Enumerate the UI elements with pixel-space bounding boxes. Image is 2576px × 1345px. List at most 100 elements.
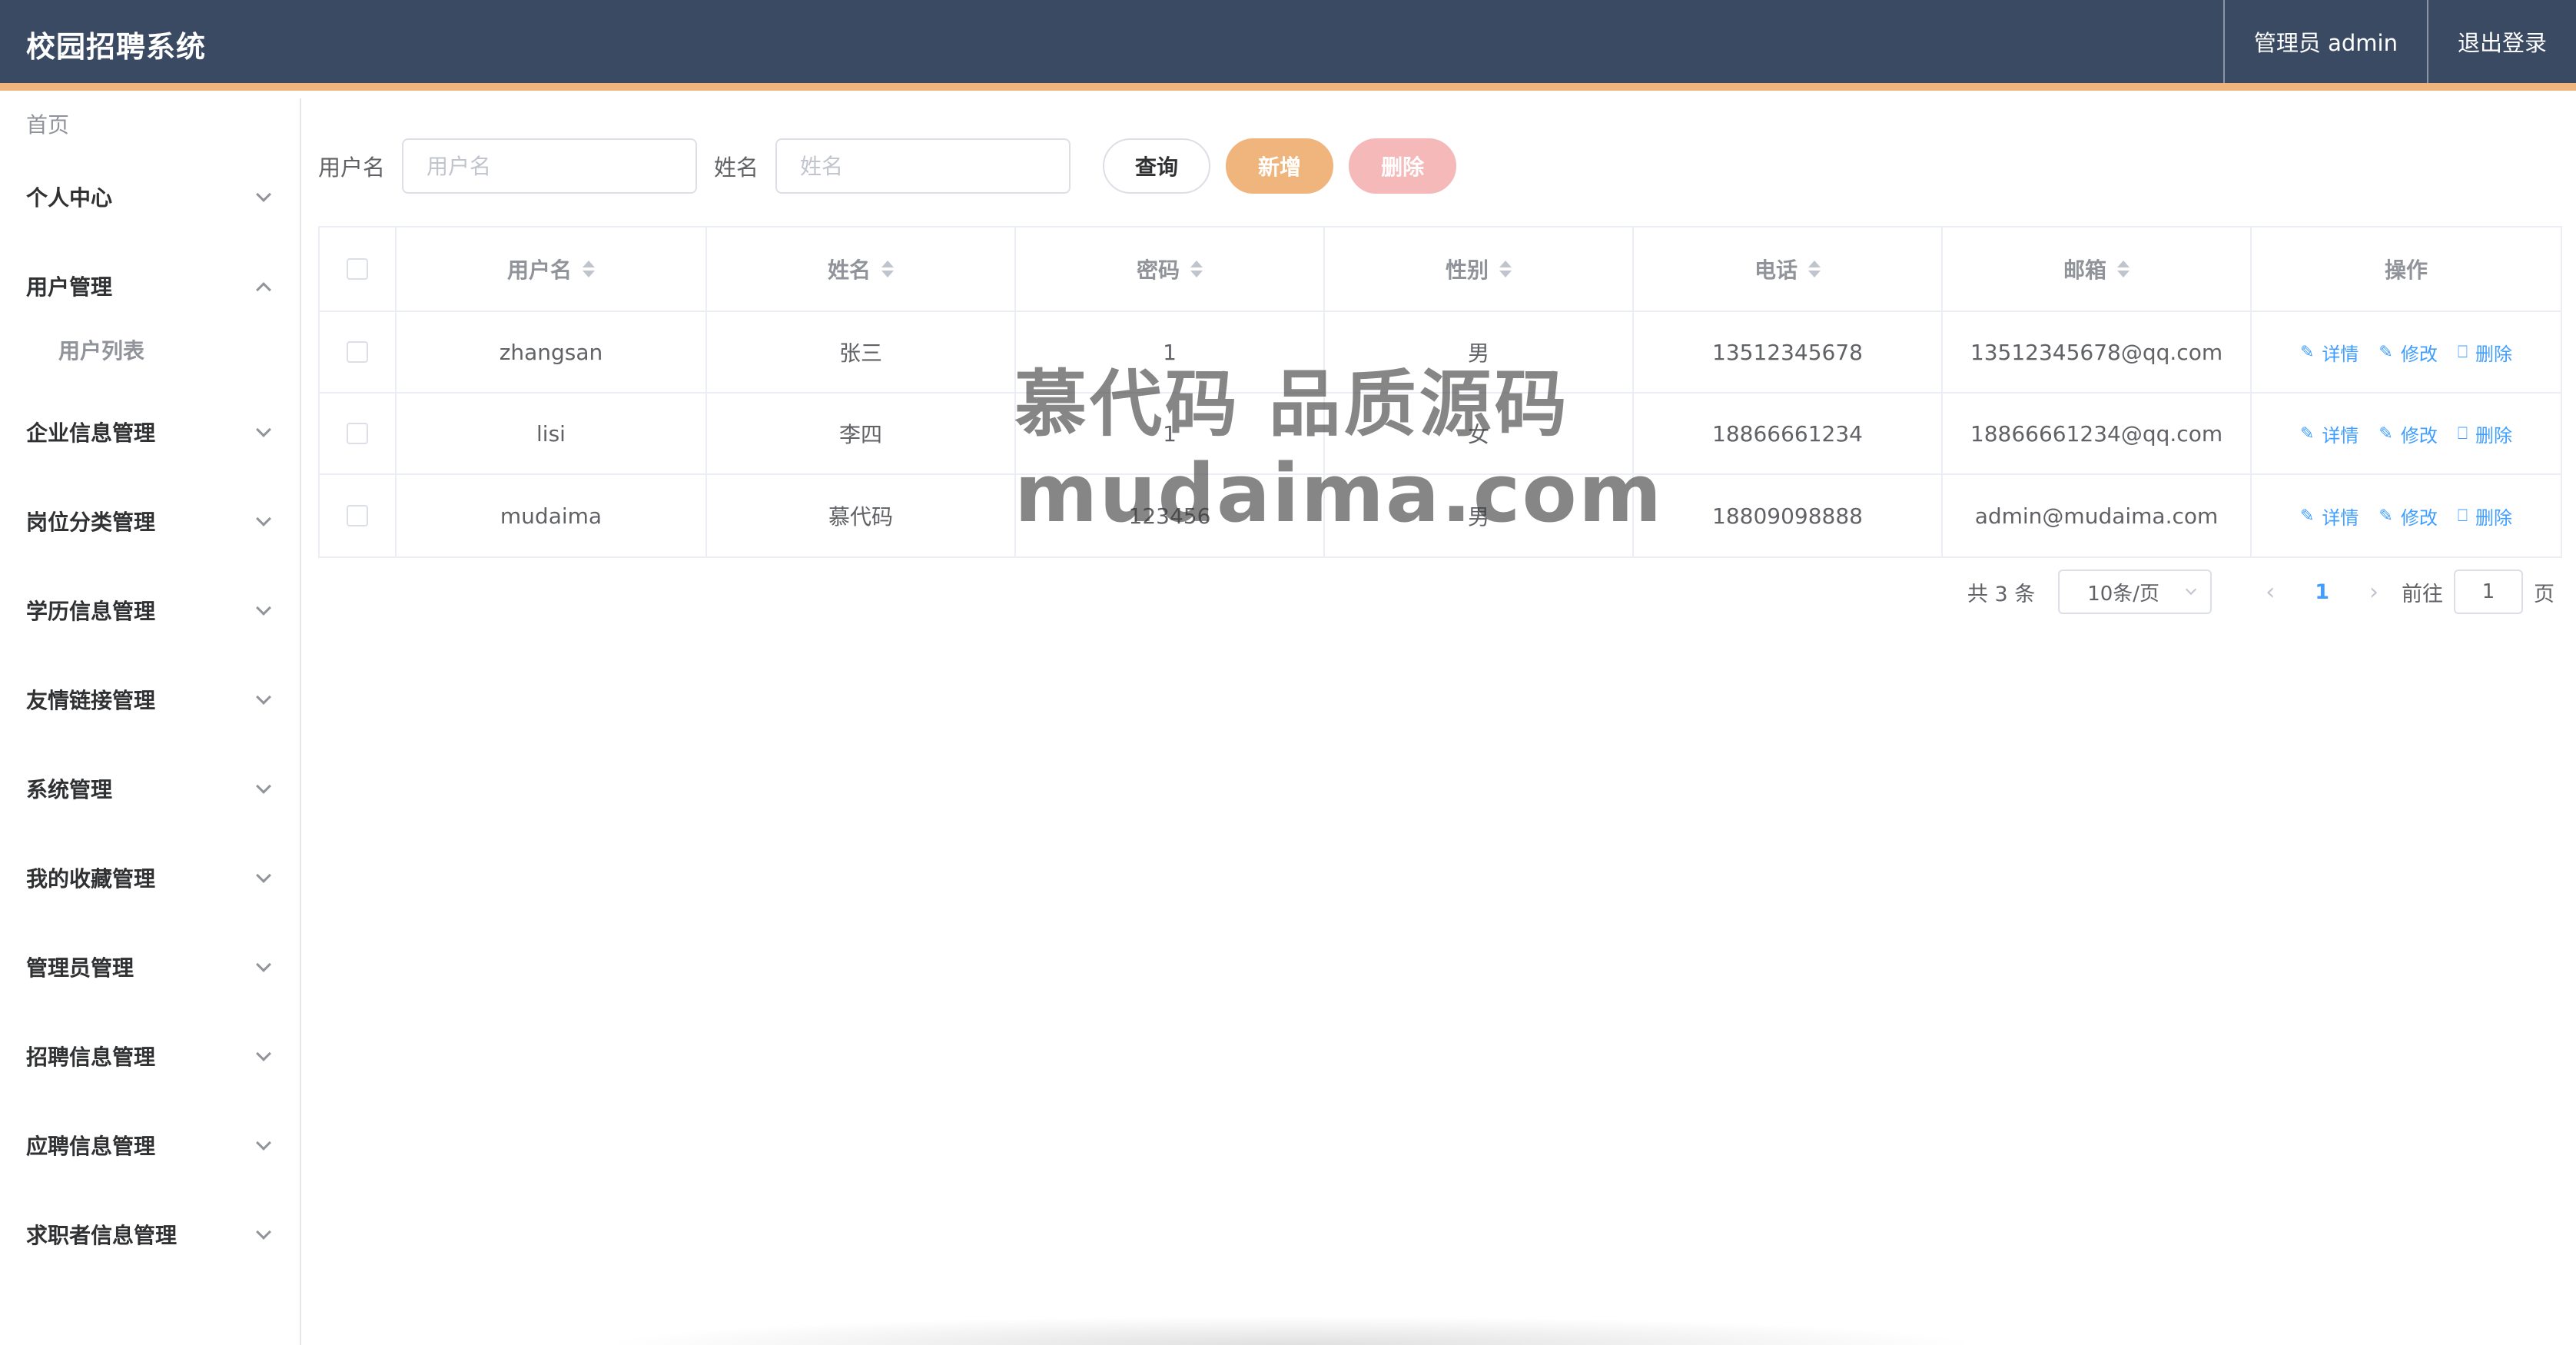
sort-icon[interactable]: [881, 261, 894, 277]
cell-phone: 13512345678: [1634, 312, 1943, 392]
bottom-shadow: [599, 1316, 1983, 1345]
detail-link[interactable]: ✎ 详情: [2300, 339, 2359, 366]
current-user[interactable]: 管理员 admin: [2222, 0, 2427, 83]
column-header-phone[interactable]: 电话: [1634, 227, 1943, 311]
sort-icon[interactable]: [1499, 261, 1512, 277]
sidebar-group[interactable]: 岗位分类管理: [0, 477, 300, 566]
edit-link[interactable]: ✎ 修改: [2378, 339, 2437, 366]
sidebar: 首页 个人中心 用户管理 用户列表 企业信息管理 岗位分类管理 学历信息管理 友情链接管理系…: [0, 98, 301, 1345]
page-number-current[interactable]: 1: [2315, 580, 2329, 604]
edit-link-label: 修改: [2400, 506, 2438, 529]
table-row: mudaima 慕代码 123456 男 18809098888 admin@mudaim…: [320, 475, 2561, 556]
column-label: 性别: [1445, 257, 1489, 283]
row-checkbox[interactable]: [347, 341, 368, 363]
cell-username: zhangsan: [397, 312, 707, 392]
sidebar-group[interactable]: 企业信息管理: [0, 387, 300, 477]
name-search-input[interactable]: [775, 138, 1071, 194]
chevron-down-icon: [256, 689, 271, 705]
cell-password: 1: [1016, 312, 1325, 392]
sidebar-group-label: 管理员管理: [26, 955, 134, 981]
sidebar-group-label: 应聘信息管理: [26, 1134, 156, 1159]
sort-icon[interactable]: [1190, 261, 1203, 277]
sidebar-group[interactable]: 用户管理: [0, 241, 300, 330]
select-all-checkbox[interactable]: [347, 258, 368, 280]
goto-label: 前往: [2402, 582, 2443, 606]
cell-email: admin@mudaima.com: [1943, 475, 2252, 556]
sort-icon[interactable]: [1808, 261, 1821, 277]
next-page-icon[interactable]: ›: [2369, 579, 2378, 606]
sidebar-group[interactable]: 系统管理: [0, 744, 300, 833]
column-header-gender[interactable]: 性别: [1325, 227, 1634, 311]
delete-link-label: 删除: [2475, 343, 2513, 365]
cell-password: 123456: [1016, 475, 1325, 556]
add-button[interactable]: 新增: [1226, 138, 1334, 194]
name-label: 姓名: [714, 154, 759, 181]
sidebar-group[interactable]: 管理员管理: [0, 922, 300, 1011]
edit-pen-icon: ✎: [2378, 423, 2393, 443]
delete-link[interactable]: ⎕ 删除: [2458, 420, 2512, 447]
chevron-down-icon: [256, 1046, 271, 1061]
row-checkbox[interactable]: [347, 423, 368, 444]
total-count: 共 3 条: [1967, 582, 2036, 606]
table-row: lisi 李四 1 女 18866661234 18866661234@qq.com ✎ 详情…: [320, 394, 2561, 475]
select-all-cell: [320, 227, 397, 311]
top-header: 校园招聘系统 管理员 admin 退出登录: [0, 0, 2576, 91]
prev-page-icon[interactable]: ‹: [2266, 579, 2275, 606]
cell-phone: 18866661234: [1634, 394, 1943, 473]
cell-email: 13512345678@qq.com: [1943, 312, 2252, 392]
batch-delete-button[interactable]: 删除: [1349, 138, 1457, 194]
chevron-down-icon: [256, 600, 271, 616]
edit-link[interactable]: ✎ 修改: [2378, 503, 2437, 530]
sidebar-group[interactable]: 个人中心: [0, 152, 300, 241]
logout-button[interactable]: 退出登录: [2426, 0, 2576, 83]
sidebar-group[interactable]: 我的收藏管理: [0, 833, 300, 922]
detail-link-label: 详情: [2322, 424, 2359, 447]
column-header-username[interactable]: 用户名: [397, 227, 707, 311]
column-header-name[interactable]: 姓名: [707, 227, 1016, 311]
app-title: 校园招聘系统: [26, 30, 207, 64]
chevron-down-icon: [256, 511, 271, 526]
query-button[interactable]: 查询: [1103, 138, 1211, 194]
cell-actions: ✎ 详情 ✎ 修改 ⎕ 删除: [2252, 475, 2561, 556]
detail-link-label: 详情: [2322, 343, 2359, 365]
edit-link[interactable]: ✎ 修改: [2378, 420, 2437, 447]
cell-name: 张三: [707, 312, 1016, 392]
sidebar-group-label: 岗位分类管理: [26, 510, 156, 535]
row-select-cell: [320, 394, 397, 473]
delete-link[interactable]: ⎕ 删除: [2458, 503, 2512, 530]
sidebar-group[interactable]: 求职者信息管理: [0, 1190, 300, 1279]
column-header-actions: 操作: [2384, 257, 2428, 283]
column-label: 用户名: [506, 257, 572, 283]
username-search-input[interactable]: [402, 138, 698, 194]
delete-link[interactable]: ⎕ 删除: [2458, 339, 2512, 366]
column-header-email[interactable]: 邮箱: [1943, 227, 2252, 311]
column-header-password[interactable]: 密码: [1016, 227, 1325, 311]
sort-icon[interactable]: [583, 261, 595, 277]
cell-gender: 女: [1325, 394, 1634, 473]
edit-pen-icon: ✎: [2299, 342, 2315, 362]
sidebar-group-label: 招聘信息管理: [26, 1044, 156, 1070]
chevron-up-icon: [256, 282, 271, 297]
sidebar-group[interactable]: 应聘信息管理: [0, 1101, 300, 1190]
sidebar-group-label: 系统管理: [26, 777, 113, 802]
sidebar-group[interactable]: 友情链接管理: [0, 655, 300, 744]
cell-password: 1: [1016, 394, 1325, 473]
sidebar-group[interactable]: 招聘信息管理: [0, 1011, 300, 1101]
detail-link-label: 详情: [2322, 506, 2359, 529]
column-label: 电话: [1754, 257, 1798, 283]
sidebar-group[interactable]: 学历信息管理: [0, 566, 300, 655]
goto-page-input[interactable]: [2454, 570, 2523, 614]
edit-pen-icon: ✎: [2299, 423, 2315, 443]
row-checkbox[interactable]: [347, 505, 368, 526]
chevron-down-icon: [256, 422, 271, 437]
cell-name: 慕代码: [707, 475, 1016, 556]
sort-icon[interactable]: [2117, 261, 2130, 277]
detail-link[interactable]: ✎ 详情: [2300, 420, 2359, 447]
cell-name: 李四: [707, 394, 1016, 473]
sidebar-item-home[interactable]: 首页: [0, 98, 300, 152]
trash-icon: ⎕: [2457, 342, 2468, 362]
sidebar-group-label: 学历信息管理: [26, 599, 156, 624]
detail-link[interactable]: ✎ 详情: [2300, 503, 2359, 530]
column-label: 密码: [1136, 257, 1180, 283]
page-size-select[interactable]: 10条/页: [2058, 570, 2213, 614]
